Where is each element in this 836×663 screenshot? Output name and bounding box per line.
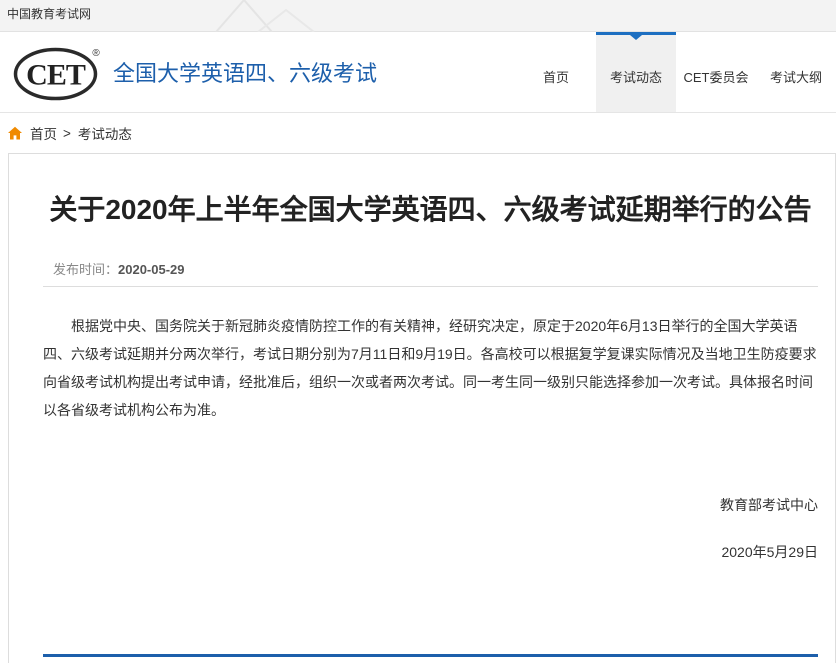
nav-item-label: 考试大纲 <box>769 69 822 85</box>
nav-item-label: 首页 <box>542 69 569 85</box>
nav-item-home[interactable]: 首页 <box>516 32 596 112</box>
site-name-link[interactable]: 中国教育考试网 <box>7 0 91 29</box>
nav-item-label: CET委员会 <box>683 69 749 85</box>
registered-mark: ® <box>92 48 100 59</box>
nav-item-cet-committee[interactable]: CET委员会 <box>676 32 756 112</box>
publish-label: 发布时间： <box>53 262 119 277</box>
publish-info: 发布时间：2020-05-29 <box>53 260 185 280</box>
logo-text: CET <box>26 59 86 92</box>
home-icon[interactable] <box>8 126 22 140</box>
main-nav: 首页 考试动态 CET委员会 考试大纲 <box>516 32 836 112</box>
site-title[interactable]: 全国大学英语四、六级考试 <box>113 61 377 87</box>
nav-item-syllabus[interactable]: 考试大纲 <box>756 32 836 112</box>
breadcrumb-home[interactable]: 首页 <box>30 123 57 143</box>
title-divider <box>43 286 818 287</box>
breadcrumb-separator: > <box>63 125 71 141</box>
article-container: 关于2020年上半年全国大学英语四、六级考试延期举行的公告 发布时间：2020-… <box>8 153 836 663</box>
nav-item-exam-news[interactable]: 考试动态 <box>596 32 676 112</box>
breadcrumb-current[interactable]: 考试动态 <box>78 123 132 143</box>
top-bar: 中国教育考试网 <box>0 0 836 32</box>
signature-date: 2020年5月29日 <box>721 544 818 560</box>
article-bottom-rule <box>43 654 818 657</box>
signature-organization: 教育部考试中心 <box>720 497 818 513</box>
nav-item-label: 考试动态 <box>609 69 662 85</box>
site-header: CET ® 全国大学英语四、六级考试 首页 考试动态 CET委员会 考试大纲 <box>0 32 836 113</box>
breadcrumb: 首页 > 考试动态 <box>8 113 132 153</box>
publish-date: 2020-05-29 <box>118 262 185 277</box>
topbar-pattern <box>215 0 315 32</box>
article-body: 根据党中央、国务院关于新冠肺炎疫情防控工作的有关精神，经研究决定，原定于2020… <box>43 318 817 418</box>
article-title: 关于2020年上半年全国大学英语四、六级考试延期举行的公告 <box>49 194 812 225</box>
cet-logo[interactable]: CET ® <box>10 44 104 106</box>
